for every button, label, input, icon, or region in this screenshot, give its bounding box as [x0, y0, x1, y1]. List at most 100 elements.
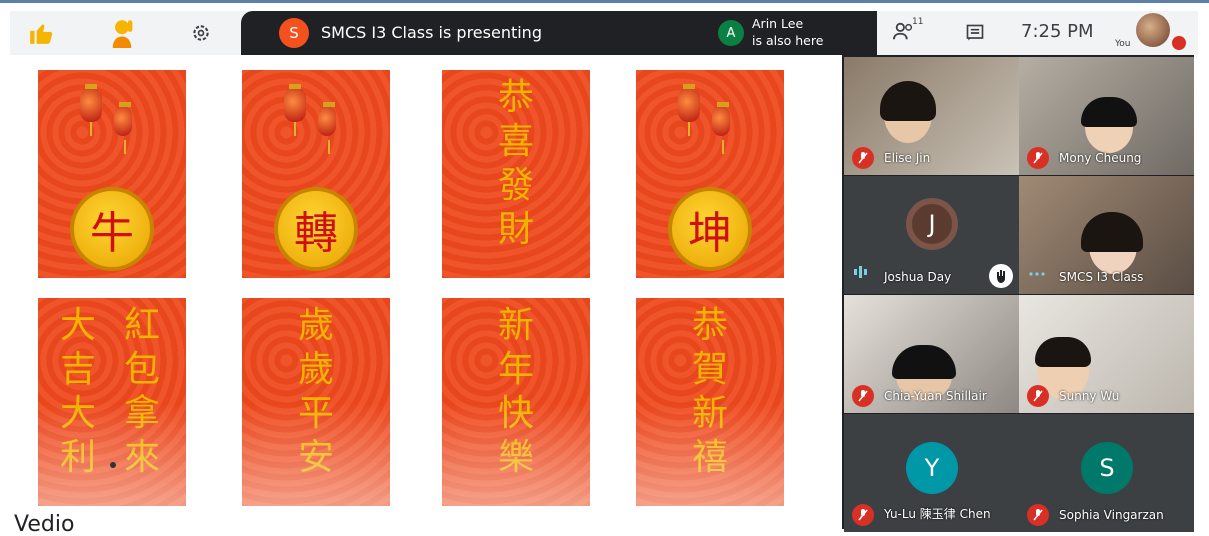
clock: 7:25 PM	[1021, 21, 1094, 42]
vertical-char: 大	[59, 305, 96, 346]
top-bar: S SMCS I3 Class is presenting A Arin Lee…	[10, 11, 1198, 55]
mic-off-icon	[852, 147, 874, 169]
vertical-char: 禧	[691, 437, 728, 478]
vertical-char: 平	[297, 393, 334, 434]
participant-tile[interactable]: Mony Cheung	[1019, 57, 1194, 175]
participant-tile[interactable]: Chia-Yuan Shillair	[844, 295, 1019, 413]
vertical-char: 吉	[59, 349, 96, 390]
red-envelope-card: 恭 賀 新 禧	[636, 298, 784, 506]
participant-name: Chia-Yuan Shillair	[884, 389, 987, 403]
red-envelope-card: 恭 喜 發 財	[442, 70, 590, 278]
presenting-banner: S SMCS I3 Class is presenting A Arin Lee…	[241, 11, 877, 55]
also-here-notice[interactable]: A Arin Lee is also here	[710, 11, 860, 55]
participant-tile[interactable]: Sunny Wu	[1019, 295, 1194, 413]
raised-hand-icon	[989, 264, 1013, 288]
also-here-text: Arin Lee is also here	[752, 15, 823, 49]
participant-hair	[1081, 212, 1143, 252]
vertical-char: 快	[497, 393, 534, 434]
presenting-text: SMCS I3 Class is presenting	[321, 23, 542, 42]
also-here-name: Arin Lee	[752, 16, 804, 31]
participant-name: Mony Cheung	[1059, 151, 1142, 165]
thumbs-up-icon[interactable]	[24, 11, 58, 55]
participant-avatar: S	[1081, 442, 1133, 494]
mic-off-icon	[852, 504, 874, 526]
participant-grid: Elise Jin Mony Cheung J Joshua Day SMCS …	[842, 55, 1194, 532]
red-envelope-card: 牛	[38, 70, 186, 278]
vertical-char: 恭	[691, 305, 728, 346]
mouse-cursor-icon	[110, 462, 116, 468]
speaking-icon	[854, 263, 868, 282]
vertical-char: 來	[123, 437, 160, 478]
lantern-icon	[80, 84, 102, 136]
vertical-char: 包	[123, 349, 160, 390]
participant-avatar: J	[906, 198, 958, 250]
vertical-char: 紅	[123, 305, 160, 346]
participant-tile[interactable]: Y Yu-Lu 陳玉律 Chen	[844, 414, 1019, 532]
participant-name: Sunny Wu	[1059, 389, 1120, 403]
participant-tile[interactable]: J Joshua Day	[844, 176, 1019, 294]
participant-hair	[892, 345, 956, 379]
vertical-char: 年	[497, 349, 534, 390]
vertical-char: 發	[497, 165, 534, 206]
lantern-icon	[318, 102, 336, 154]
red-envelope-card: 歲 歲 平 安	[242, 298, 390, 506]
people-icon[interactable]	[890, 9, 918, 53]
lantern-icon	[284, 84, 306, 136]
coin-character: 轉	[274, 187, 358, 271]
chat-icon[interactable]	[960, 11, 990, 55]
lantern-icon	[678, 84, 700, 136]
vertical-text: 歲 歲 平 安	[292, 304, 340, 480]
vertical-char: 恭	[497, 77, 534, 118]
participant-tile[interactable]: Elise Jin	[844, 57, 1019, 175]
lantern-icon	[712, 102, 730, 154]
vertical-char: 賀	[691, 349, 728, 390]
vertical-text: 恭 賀 新 禧	[686, 304, 734, 480]
participant-tile[interactable]: S Sophia Vingarzan	[1019, 414, 1194, 532]
participant-avatar: Y	[906, 442, 958, 494]
also-here-avatar: A	[718, 20, 744, 46]
mic-off-icon	[1027, 504, 1049, 526]
gear-icon[interactable]	[186, 11, 216, 55]
participant-hair	[880, 81, 936, 121]
vertical-char: 新	[691, 393, 728, 434]
participant-name: Joshua Day	[884, 270, 952, 284]
vertical-char: 新	[497, 305, 534, 346]
vertical-char: 歲	[297, 305, 334, 346]
vertical-text: 恭 喜 發 財	[492, 76, 540, 252]
participant-hair	[1081, 97, 1137, 127]
vertical-char: 安	[297, 437, 334, 478]
you-label: You	[1115, 39, 1131, 49]
people-count: 11	[912, 17, 924, 27]
coin-character: 坤	[668, 187, 752, 271]
participant-tile[interactable]: SMCS I3 Class	[1019, 176, 1194, 294]
lantern-icon	[114, 102, 132, 154]
raised-hand-icon[interactable]	[102, 11, 142, 55]
more-options-icon[interactable]	[1029, 261, 1045, 280]
red-envelope-card: 轉	[242, 70, 390, 278]
mic-off-badge-icon	[1172, 36, 1186, 50]
vertical-char: 大	[59, 393, 96, 434]
participant-name: Sophia Vingarzan	[1059, 508, 1164, 522]
vertical-text-right: 紅 包 拿 來	[118, 304, 166, 480]
coin-character: 牛	[70, 187, 154, 271]
mic-off-icon	[1027, 147, 1049, 169]
participant-name: Elise Jin	[884, 151, 931, 165]
also-here-status: is also here	[752, 33, 824, 48]
presenter-avatar: S	[279, 18, 309, 48]
mic-off-icon	[852, 385, 874, 407]
self-view-thumbnail[interactable]	[1136, 13, 1170, 47]
participant-hair	[1035, 337, 1091, 367]
vertical-text: 新 年 快 樂	[492, 304, 540, 480]
vertical-text-left: 大 吉 大 利	[54, 304, 102, 480]
mic-off-icon	[1027, 385, 1049, 407]
vertical-char: 財	[497, 209, 534, 250]
vertical-char: 拿	[123, 393, 160, 434]
overlay-label: Vedio	[14, 512, 75, 536]
participant-name: SMCS I3 Class	[1059, 270, 1144, 284]
vertical-char: 喜	[497, 121, 534, 162]
vertical-char: 歲	[297, 349, 334, 390]
meeting-window: S SMCS I3 Class is presenting A Arin Lee…	[0, 0, 1209, 536]
participant-name: Yu-Lu 陳玉律 Chen	[884, 507, 991, 521]
presentation-slide: 牛 轉 恭 喜 發 財 坤 大 吉 大 利 紅 包 拿 來 歲 歲 平 安 新 …	[10, 55, 842, 536]
red-envelope-card: 新 年 快 樂	[442, 298, 590, 506]
